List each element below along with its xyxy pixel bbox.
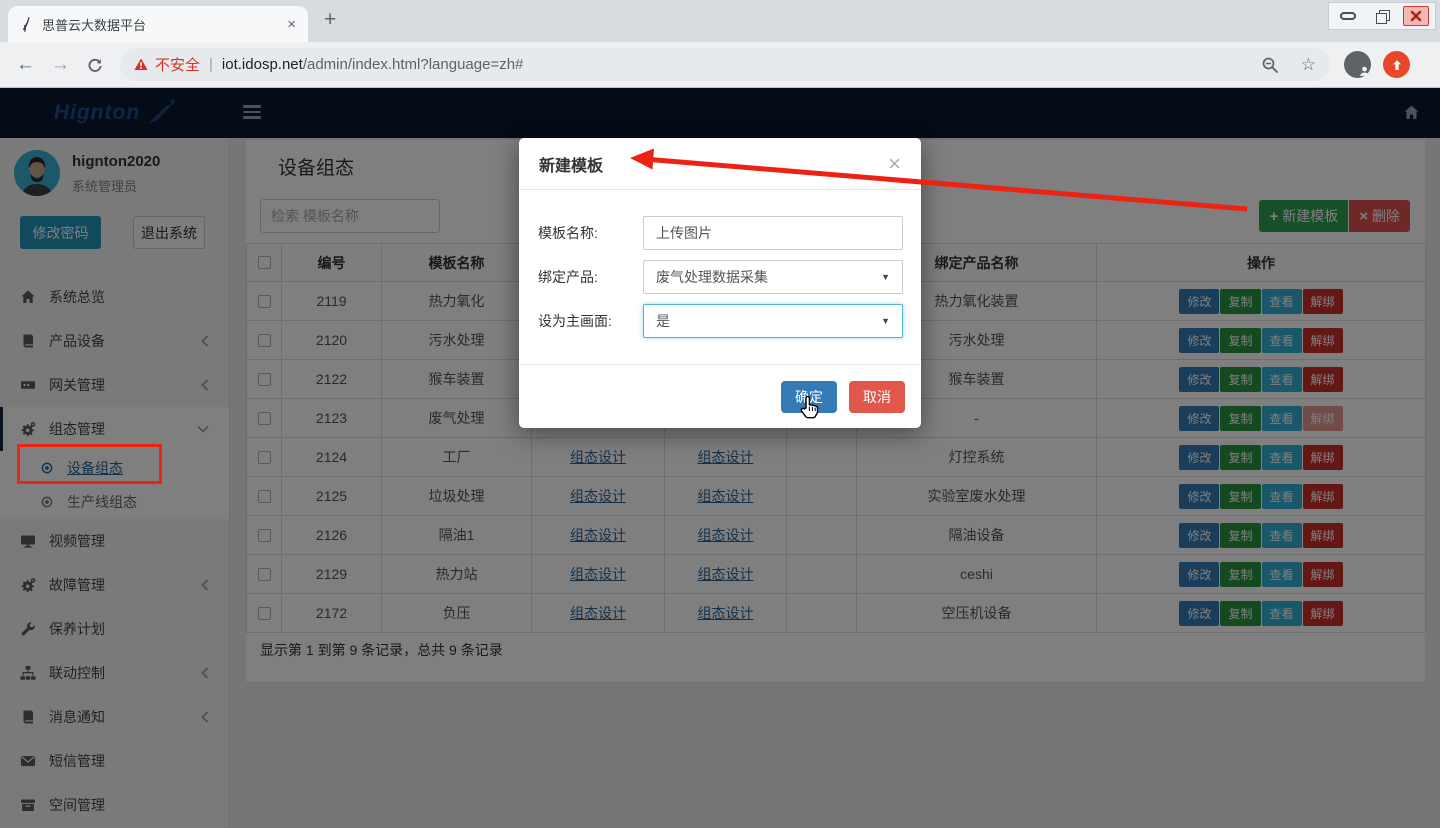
- tab-strip: 思普云大数据平台 × +: [0, 0, 1440, 42]
- chevron-down-icon: ▼: [881, 316, 890, 326]
- url-field[interactable]: 不安全 | iot.idosp.net /admin/index.html?la…: [120, 48, 1330, 81]
- reload-icon[interactable]: [86, 56, 104, 74]
- cancel-button[interactable]: 取消: [849, 381, 905, 413]
- window-controls: [1328, 2, 1436, 30]
- modal-title: 新建模板: [539, 152, 603, 176]
- main-screen-label: 设为主画面:: [538, 311, 643, 331]
- tab-title: 思普云大数据平台: [42, 15, 146, 34]
- main-screen-select[interactable]: 是 ▼: [643, 304, 903, 338]
- forward-icon[interactable]: →: [51, 54, 70, 76]
- back-icon[interactable]: ←: [16, 54, 35, 76]
- bind-product-label: 绑定产品:: [538, 267, 643, 287]
- minimize-button[interactable]: [1335, 6, 1361, 26]
- bookmark-star-icon[interactable]: ☆: [1301, 55, 1316, 75]
- bind-product-value: 废气处理数据采集: [656, 267, 768, 287]
- restore-button[interactable]: [1369, 6, 1395, 26]
- main-screen-value: 是: [656, 311, 670, 331]
- template-name-input[interactable]: [643, 216, 903, 250]
- chevron-down-icon: ▼: [881, 272, 890, 282]
- zoom-out-icon[interactable]: [1261, 56, 1279, 74]
- close-x-icon: [1410, 10, 1422, 22]
- new-tab-button[interactable]: +: [324, 8, 336, 32]
- bind-product-select[interactable]: 废气处理数据采集 ▼: [643, 260, 903, 294]
- tab-close-icon[interactable]: ×: [287, 16, 296, 33]
- not-secure-label: 不安全: [155, 54, 200, 75]
- browser-tab[interactable]: 思普云大数据平台 ×: [8, 6, 308, 42]
- not-secure-warning-icon: [134, 58, 148, 71]
- favicon-icon: [20, 17, 33, 32]
- modal-close-icon[interactable]: ×: [888, 153, 901, 175]
- url-separator: |: [209, 56, 213, 73]
- browser-profile-icon[interactable]: [1344, 51, 1371, 78]
- new-template-modal: 新建模板 × 模板名称: 绑定产品: 废气处理数据采集 ▼ 设为主画面: 是 ▼: [519, 138, 921, 428]
- close-button[interactable]: [1403, 6, 1429, 26]
- browser-update-icon[interactable]: [1383, 51, 1410, 78]
- url-host: iot.idosp.net: [222, 56, 303, 73]
- url-path: /admin/index.html?language=zh#: [303, 56, 524, 73]
- confirm-button[interactable]: 确定: [781, 381, 837, 413]
- browser-chrome: 思普云大数据平台 × + ← → 不安全 | iot.idosp.net /ad…: [0, 0, 1440, 88]
- url-bar: ← → 不安全 | iot.idosp.net /admin/index.htm…: [0, 42, 1440, 88]
- template-name-label: 模板名称:: [538, 223, 643, 243]
- app-window: Hignton hignton2020 系统管理员 修改密码 退出系统 系统总览…: [0, 88, 1440, 828]
